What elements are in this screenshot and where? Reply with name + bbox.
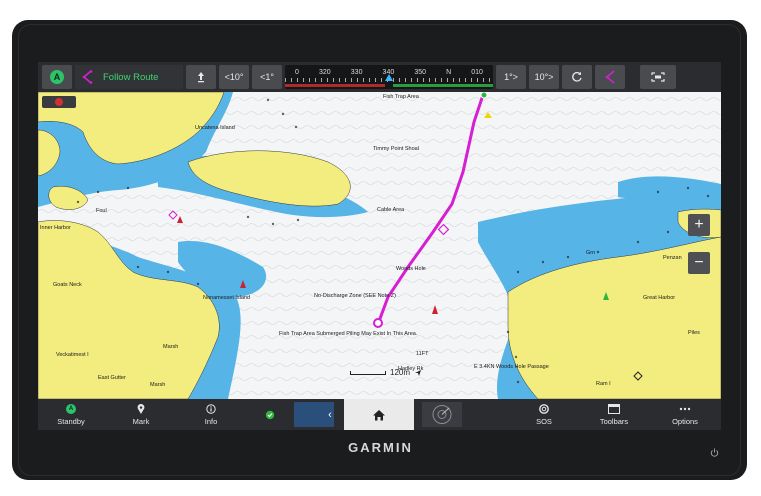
heading-minus-1-button[interactable]: <1° — [252, 65, 282, 89]
info-icon — [206, 403, 216, 414]
map-label: East Gutter — [98, 375, 126, 381]
zoom-in-button[interactable]: + — [688, 214, 710, 236]
info-button[interactable]: Info — [181, 399, 241, 430]
route-options-button[interactable] — [595, 65, 625, 89]
heading-pointer-icon — [385, 74, 393, 81]
more-dots-icon — [679, 407, 691, 410]
heading-plus-1-button[interactable]: 1°> — [496, 65, 526, 89]
autopilot-a-icon: A — [50, 70, 64, 84]
standby-button[interactable]: A Standby — [41, 399, 101, 430]
map-label: E 3.4KN Woods Hole Passage — [474, 364, 549, 370]
autopilot-a-icon: A — [66, 403, 76, 414]
compass-tick-label: N — [446, 69, 452, 76]
options-button[interactable]: Options — [655, 399, 715, 430]
map-label: Penzan — [663, 255, 682, 261]
map-label: Ram I — [596, 381, 611, 387]
mark-label: Mark — [132, 417, 150, 426]
mark-button[interactable]: Mark — [111, 399, 171, 430]
route-icon — [605, 70, 615, 84]
compass-tick-label: 330 — [350, 69, 363, 76]
north-arrow-icon — [415, 369, 422, 376]
nautical-chart[interactable]: Uncatena Island Fish Trap Area Timmy Poi… — [38, 92, 721, 399]
map-label: Piles — [688, 330, 700, 336]
map-label: Great Harbor — [643, 295, 676, 301]
route-icon — [82, 70, 93, 84]
compass-tick-label: 320 — [319, 69, 331, 76]
map-label: Timmy Point Shoal — [373, 146, 419, 152]
autopilot-standby-icon — [198, 72, 204, 83]
combo-status-icon — [250, 399, 290, 430]
map-label: Goats Neck — [53, 282, 82, 288]
radar-thumbnail[interactable] — [422, 402, 462, 427]
vessel-position-icon — [373, 318, 383, 328]
heading-plus-10-button[interactable]: 10°> — [529, 65, 559, 89]
bottom-toolbar: A Standby Mark Info ‹ › SOS Toolbars — [38, 399, 721, 430]
page-prev-icon[interactable]: ‹ — [318, 399, 342, 430]
autopilot-bar: A Follow Route <10° <1° 0 320 330 340 35… — [38, 62, 721, 92]
scale-label: 120m — [390, 368, 411, 377]
map-label: Inner Harbor — [40, 225, 71, 231]
map-label: Marsh — [163, 344, 179, 350]
map-pin-icon — [137, 403, 145, 414]
info-label: Info — [204, 417, 218, 426]
alarm-icon — [55, 98, 63, 106]
sos-button[interactable]: SOS — [514, 399, 574, 430]
compass-tick-label: 350 — [414, 69, 426, 76]
route-mode-label: Follow Route — [103, 71, 159, 83]
power-icon — [710, 448, 719, 457]
map-label: Woods Hole — [396, 266, 426, 272]
map-label: Uncatena Island — [195, 125, 235, 131]
tack-button[interactable] — [562, 65, 592, 89]
map-label: No-Discharge Zone (SEE Note Z) — [314, 293, 396, 299]
map-label: Veckatimest I — [56, 352, 89, 358]
toolbars-button[interactable]: Toolbars — [584, 399, 644, 430]
home-button[interactable] — [344, 399, 414, 430]
map-label: Foul — [96, 208, 107, 214]
circular-arrow-icon — [572, 71, 582, 82]
scale-line — [350, 370, 386, 375]
radar-icon — [432, 405, 452, 424]
check-circle-icon — [265, 410, 275, 419]
fullscreen-icon — [651, 72, 665, 82]
brand-logo: GARMIN — [348, 440, 413, 455]
map-scale: 120m — [350, 368, 422, 377]
fullscreen-button[interactable] — [640, 65, 676, 89]
home-icon — [373, 409, 385, 420]
sos-label: SOS — [536, 417, 552, 426]
map-label: Grn — [586, 250, 596, 256]
alarm-indicator[interactable] — [42, 96, 76, 108]
toolbar-icon — [608, 403, 620, 414]
port-band — [285, 84, 385, 87]
route-start-icon — [480, 92, 488, 99]
compass-tick-label: 0 — [295, 69, 299, 76]
heading-compass-tape: 0 320 330 340 350 N 010 — [285, 65, 493, 89]
autopilot-status-button[interactable]: A — [42, 65, 72, 89]
autopilot-standby-button[interactable] — [186, 65, 216, 89]
heading-minus-10-button[interactable]: <10° — [219, 65, 249, 89]
compass-tick-label: 010 — [471, 69, 483, 76]
chart-canvas — [38, 92, 721, 399]
power-button[interactable] — [710, 448, 719, 459]
standby-label: Standby — [57, 417, 85, 426]
lifebuoy-icon — [539, 403, 549, 414]
map-label: Cable Area — [377, 207, 405, 213]
map-label: Fish Trap Area Submerged Piling May Exis… — [279, 331, 418, 337]
zoom-out-button[interactable]: − — [688, 252, 710, 274]
map-label: Nonamesset Island — [203, 295, 251, 301]
map-label: Marsh — [150, 382, 166, 388]
follow-route-mode[interactable]: Follow Route — [75, 65, 183, 89]
starboard-band — [393, 84, 493, 87]
map-label: Fish Trap Area — [383, 94, 419, 100]
toolbars-label: Toolbars — [599, 417, 629, 426]
chartplotter-screen: A Follow Route <10° <1° 0 320 330 340 35… — [38, 62, 721, 430]
map-label: 11FT — [416, 351, 429, 357]
options-label: Options — [672, 417, 698, 426]
